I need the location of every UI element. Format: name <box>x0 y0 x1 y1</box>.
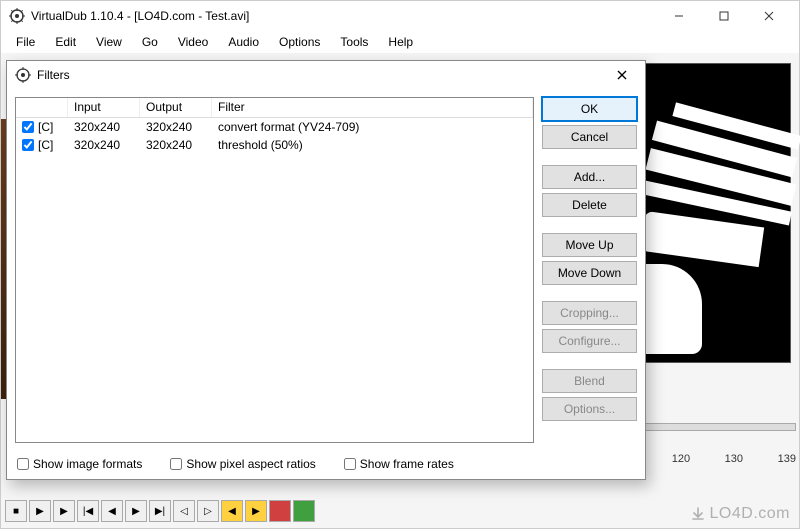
ruler-tick: 120 <box>672 453 690 473</box>
menu-options[interactable]: Options <box>270 33 329 51</box>
filters-dialog: Filters Input Output Filter [C] 320x240 … <box>6 60 646 480</box>
dialog-button-column: OK Cancel Add... Delete Move Up Move Dow… <box>542 97 637 443</box>
show-pixel-aspect-label: Show pixel aspect ratios <box>186 457 315 471</box>
dialog-body: Input Output Filter [C] 320x240 320x240 … <box>7 89 645 449</box>
play-output-button[interactable]: ▶ <box>53 500 75 522</box>
delete-button[interactable]: Delete <box>542 193 637 217</box>
watermark: LO4D.com <box>690 505 790 523</box>
ruler-tick: 139 <box>778 453 796 473</box>
stop-button[interactable]: ■ <box>5 500 27 522</box>
cancel-button[interactable]: Cancel <box>542 125 637 149</box>
filter-enable-checkbox[interactable] <box>22 121 34 133</box>
filter-row[interactable]: [C] 320x240 320x240 convert format (YV24… <box>16 118 533 136</box>
menu-edit[interactable]: Edit <box>46 33 85 51</box>
configure-button[interactable]: Configure... <box>542 329 637 353</box>
ok-button[interactable]: OK <box>542 97 637 121</box>
col-filter[interactable]: Filter <box>212 98 533 117</box>
filter-row[interactable]: [C] 320x240 320x240 threshold (50%) <box>16 136 533 154</box>
maximize-button[interactable] <box>701 2 746 30</box>
cropping-button[interactable]: Cropping... <box>542 301 637 325</box>
filter-list-header: Input Output Filter <box>16 98 533 118</box>
filters-icon <box>15 67 31 83</box>
window-controls <box>656 2 791 30</box>
scene-prev-button[interactable]: ◀ <box>221 500 243 522</box>
titlebar: VirtualDub 1.10.4 - [LO4D.com - Test.avi… <box>1 1 799 31</box>
show-image-formats-checkbox[interactable]: Show image formats <box>17 457 142 471</box>
key-prev-button[interactable]: ◁ <box>173 500 195 522</box>
play-input-button[interactable]: ▶ <box>29 500 51 522</box>
watermark-text: LO4D.com <box>710 505 790 523</box>
filter-name: threshold (50%) <box>212 138 533 152</box>
filter-tag: [C] <box>38 120 53 134</box>
move-down-button[interactable]: Move Down <box>542 261 637 285</box>
goto-end-button[interactable]: ▶| <box>149 500 171 522</box>
filter-output: 320x240 <box>140 138 212 152</box>
filter-input: 320x240 <box>68 138 140 152</box>
show-pixel-aspect-checkbox[interactable]: Show pixel aspect ratios <box>170 457 315 471</box>
close-button[interactable] <box>746 2 791 30</box>
show-frame-rates-checkbox[interactable]: Show frame rates <box>344 457 454 471</box>
minimize-button[interactable] <box>656 2 701 30</box>
filter-name: convert format (YV24-709) <box>212 120 533 134</box>
transport-toolbar: ■ ▶ ▶ |◀ ◀ ▶ ▶| ◁ ▷ ◀ ▶ <box>5 498 425 524</box>
filter-tag: [C] <box>38 138 53 152</box>
menu-audio[interactable]: Audio <box>219 33 268 51</box>
filter-rows: [C] 320x240 320x240 convert format (YV24… <box>16 118 533 154</box>
col-checkbox <box>16 98 68 117</box>
add-button[interactable]: Add... <box>542 165 637 189</box>
key-next-button[interactable]: ▷ <box>197 500 219 522</box>
step-back-button[interactable]: ◀ <box>101 500 123 522</box>
ruler-tick: 130 <box>725 453 743 473</box>
timeline-ruler: 0 120 130 139 <box>631 453 796 473</box>
timeline-track[interactable] <box>631 423 796 431</box>
menu-video[interactable]: Video <box>169 33 217 51</box>
move-up-button[interactable]: Move Up <box>542 233 637 257</box>
menu-help[interactable]: Help <box>379 33 422 51</box>
col-output[interactable]: Output <box>140 98 212 117</box>
goto-start-button[interactable]: |◀ <box>77 500 99 522</box>
col-input[interactable]: Input <box>68 98 140 117</box>
dialog-close-button[interactable] <box>607 63 637 87</box>
filter-enable-checkbox[interactable] <box>22 139 34 151</box>
filter-input: 320x240 <box>68 120 140 134</box>
show-image-formats-label: Show image formats <box>33 457 142 471</box>
menu-tools[interactable]: Tools <box>331 33 377 51</box>
preview-image <box>642 64 790 362</box>
scene-next-button[interactable]: ▶ <box>245 500 267 522</box>
app-icon <box>9 8 25 24</box>
step-forward-button[interactable]: ▶ <box>125 500 147 522</box>
mark-out-button[interactable] <box>293 500 315 522</box>
menu-file[interactable]: File <box>7 33 44 51</box>
blend-button[interactable]: Blend <box>542 369 637 393</box>
menubar: File Edit View Go Video Audio Options To… <box>1 31 799 53</box>
menu-view[interactable]: View <box>87 33 131 51</box>
mark-in-button[interactable] <box>269 500 291 522</box>
dialog-title: Filters <box>37 68 607 82</box>
window-title: VirtualDub 1.10.4 - [LO4D.com - Test.avi… <box>31 9 656 23</box>
dialog-titlebar: Filters <box>7 61 645 89</box>
filter-output: 320x240 <box>140 120 212 134</box>
options-button[interactable]: Options... <box>542 397 637 421</box>
dialog-footer: Show image formats Show pixel aspect rat… <box>7 449 645 479</box>
filter-list[interactable]: Input Output Filter [C] 320x240 320x240 … <box>15 97 534 443</box>
menu-go[interactable]: Go <box>133 33 167 51</box>
preview-pane <box>641 63 791 363</box>
show-frame-rates-label: Show frame rates <box>360 457 454 471</box>
